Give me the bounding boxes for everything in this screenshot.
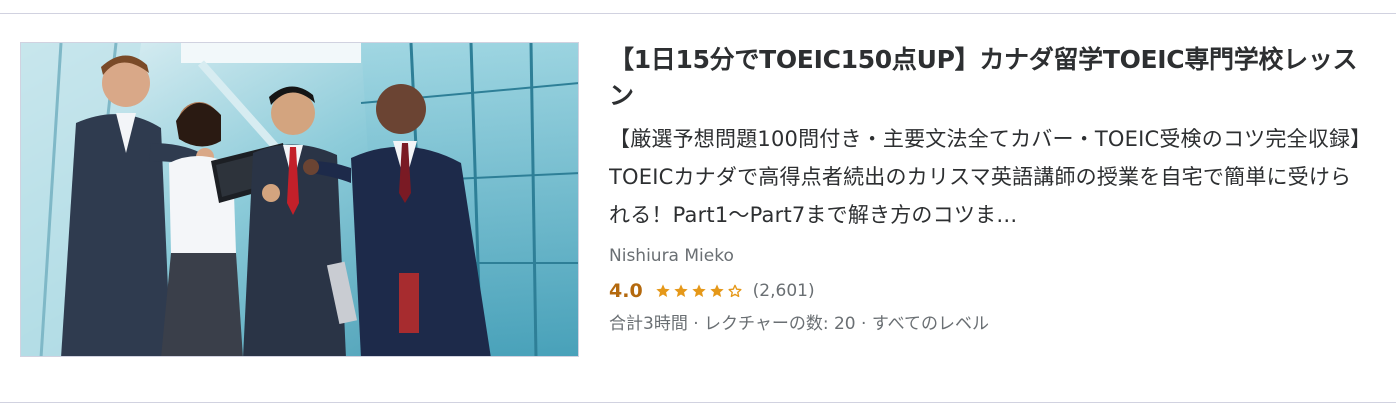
star-full-icon <box>691 283 707 299</box>
course-thumbnail[interactable] <box>20 42 579 357</box>
rating-stars <box>655 283 745 299</box>
star-full-icon <box>709 283 725 299</box>
divider-top <box>0 13 1396 14</box>
business-team-photo <box>21 43 578 356</box>
course-headline: 【厳選予想問題100問付き・主要文法全てカバー・TOEIC受検のコツ完全収録】T… <box>609 127 1361 227</box>
rating-value: 4.0 <box>609 280 643 302</box>
course-title[interactable]: 【1日15分でTOEIC150点UP】カナダ留学TOEIC専門学校レッスン <box>609 42 1369 114</box>
course-meta: 合計3時間 · レクチャーの数: 20 · すべてのレベル <box>609 314 989 334</box>
course-list-page: 【1日15分でTOEIC150点UP】カナダ留学TOEIC専門学校レッスン 【厳… <box>0 0 1396 416</box>
star-empty-icon <box>727 283 743 299</box>
course-info: 【1日15分でTOEIC150点UP】カナダ留学TOEIC専門学校レッスン 【厳… <box>609 42 1369 336</box>
star-full-icon <box>673 283 689 299</box>
rating-row: 4.0 (2,601) <box>609 276 1369 306</box>
divider-bottom <box>0 402 1396 403</box>
course-card[interactable]: 【1日15分でTOEIC150点UP】カナダ留学TOEIC専門学校レッスン 【厳… <box>20 42 1390 358</box>
rating-count: (2,601) <box>752 281 815 301</box>
course-instructor: Nishiura Mieko <box>609 246 734 266</box>
star-full-icon <box>655 283 671 299</box>
